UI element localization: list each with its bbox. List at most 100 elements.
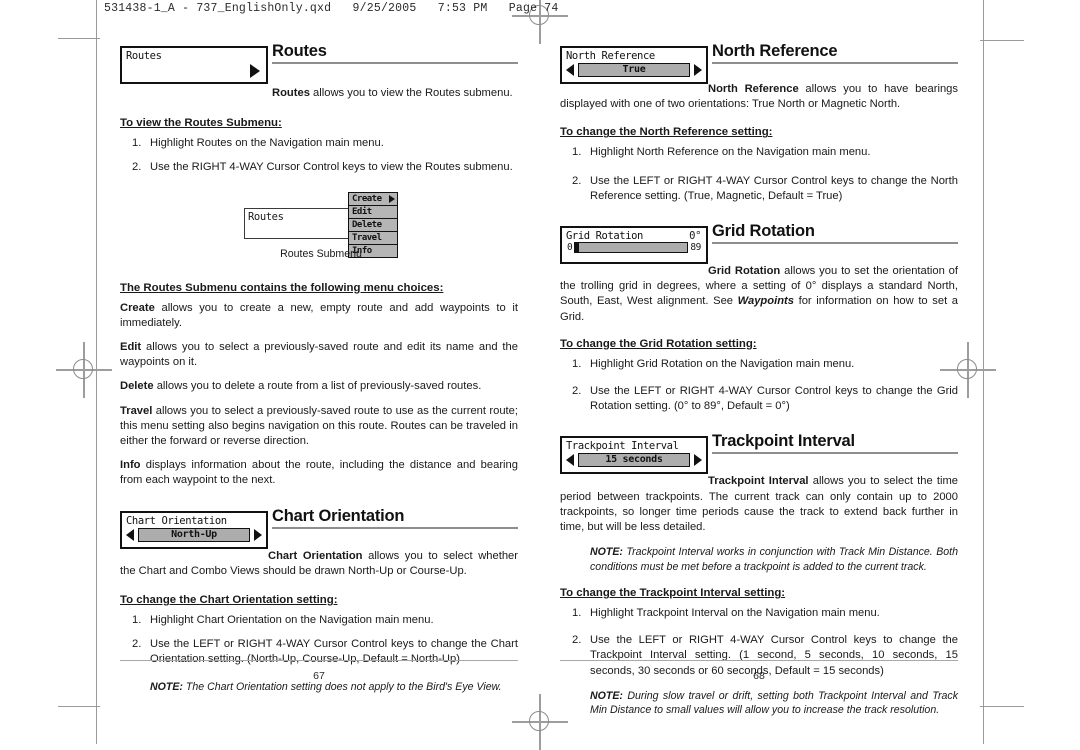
- arrow-left-icon[interactable]: [566, 454, 574, 467]
- trackpoint-interval-widget[interactable]: Trackpoint Interval 15 seconds: [560, 436, 708, 475]
- page-title-trackpoint-interval: Trackpoint Interval: [712, 432, 855, 451]
- trackpoint-interval-value: 15 seconds: [578, 453, 690, 468]
- note-text: The Chart Orientation setting does not a…: [182, 680, 502, 693]
- north-reference-widget-label: North Reference: [566, 50, 655, 62]
- chevron-right-icon: [389, 194, 395, 203]
- routes-widget-label: Routes: [126, 50, 162, 62]
- choice-term: Info: [120, 459, 141, 472]
- file-header-text: 531438-1_A - 737_EnglishOnly.qxd 9/25/20…: [104, 2, 559, 15]
- grid-rotation-widget[interactable]: Grid Rotation 0° 0 89: [560, 226, 708, 265]
- routes-submenu-diagram: Routes Create Edit Delete Travel Info Ro…: [120, 190, 518, 270]
- step-text: Highlight Chart Orientation on the Navig…: [150, 614, 434, 627]
- note-label: NOTE:: [590, 689, 623, 702]
- trackpoint-interval-howto-heading: To change the Trackpoint Interval settin…: [560, 587, 786, 600]
- step-text: Use the LEFT or RIGHT 4-WAY Cursor Contr…: [590, 174, 958, 202]
- list-item: 2. Use the LEFT or RIGHT 4-WAY Cursor Con…: [560, 384, 958, 414]
- footer-right: 68: [560, 660, 958, 682]
- routes-choice-edit: Edit allows you to select a previously-s…: [120, 340, 518, 370]
- list-item: 1. Highlight Grid Rotation on the Navigat…: [560, 357, 958, 372]
- step-text: Highlight Routes on the Navigation main …: [150, 137, 384, 150]
- routes-choice-info: Info displays information about the rout…: [120, 458, 518, 488]
- step-text: Highlight Grid Rotation on the Navigatio…: [590, 357, 855, 370]
- submenu-item-create[interactable]: Create: [349, 192, 397, 206]
- submenu-item-travel[interactable]: Travel: [349, 231, 397, 245]
- arrow-right-icon[interactable]: [694, 454, 702, 467]
- routes-intro: Routes allows you to view the Routes sub…: [272, 86, 518, 101]
- footer-rule: [120, 660, 518, 661]
- crop-mark-top-right: [980, 40, 1024, 41]
- chart-orientation-widget[interactable]: Chart Orientation North-Up: [120, 510, 268, 549]
- choice-desc: allows you to delete a route from a list…: [153, 380, 482, 393]
- trackpoint-interval-intro: Trackpoint Interval allows you to select…: [560, 474, 958, 535]
- north-reference-selector[interactable]: True: [562, 62, 706, 80]
- note-label: NOTE:: [150, 680, 183, 693]
- page-title-north-reference: North Reference: [712, 42, 838, 60]
- north-reference-howto-heading: To change the North Reference setting:: [560, 126, 773, 139]
- submenu-parent-box[interactable]: Routes: [244, 207, 354, 239]
- step-text: Highlight North Reference on the Navigat…: [590, 146, 871, 159]
- step-number: 1.: [572, 146, 582, 159]
- note-text: During slow travel or drift, setting bot…: [590, 689, 958, 717]
- crop-mark-bottom-right: [980, 706, 1024, 707]
- chart-orientation-value: North-Up: [138, 527, 250, 542]
- footer-left: 67: [120, 660, 518, 682]
- page-number-left: 67: [313, 670, 325, 682]
- routes-intro-term: Routes: [272, 87, 310, 99]
- title-rule: [712, 452, 958, 455]
- choice-desc: allows you to select a previously-saved …: [120, 341, 518, 369]
- arrow-left-icon[interactable]: [126, 528, 134, 541]
- trackpoint-interval-selector[interactable]: 15 seconds: [562, 452, 706, 470]
- title-rule: [272, 526, 518, 529]
- routes-steps: 1. Highlight Routes on the Navigation mai…: [120, 136, 518, 175]
- arrow-right-icon[interactable]: [694, 64, 702, 76]
- submenu-item-label: Create: [352, 193, 382, 204]
- step-number: 1.: [572, 607, 582, 620]
- routes-choice-delete: Delete allows you to delete a route from…: [120, 379, 518, 394]
- title-rule: [712, 242, 958, 245]
- submenu-item-label: Travel: [352, 232, 382, 243]
- page-left: Routes Routes Routes allows you to view …: [120, 42, 518, 694]
- crop-mark-bottom-left: [58, 706, 100, 707]
- grid-rotation-intro: Grid Rotation allows you to set the orie…: [560, 264, 958, 325]
- slider-track[interactable]: [574, 242, 689, 254]
- page-title-routes: Routes: [272, 42, 327, 60]
- list-item: 2. Use the RIGHT 4-WAY Cursor Control key…: [120, 160, 518, 175]
- choice-desc: allows you to select a previously-saved …: [120, 404, 518, 448]
- submenu-item-edit[interactable]: Edit: [349, 205, 397, 219]
- note-text: Trackpoint Interval works in conjunction…: [590, 546, 958, 573]
- list-item: 1. Highlight Chart Orientation on the Nav…: [120, 613, 518, 628]
- chart-orientation-selector[interactable]: North-Up: [122, 527, 266, 545]
- step-number: 1.: [572, 357, 582, 370]
- submenu-item-delete[interactable]: Delete: [349, 218, 397, 232]
- grid-rotation-widget-label: Grid Rotation: [566, 230, 643, 243]
- footer-rule: [560, 660, 958, 661]
- grid-rotation-slider[interactable]: 0 89: [562, 242, 706, 256]
- list-item: 2. Use the LEFT or RIGHT 4-WAY Cursor Con…: [560, 174, 958, 204]
- step-number: 1.: [132, 137, 142, 150]
- step-number: 2.: [132, 161, 142, 174]
- arrow-right-icon[interactable]: [254, 528, 262, 541]
- submenu-caption: Routes Submenu: [280, 247, 362, 260]
- trackpoint-interval-widget-label: Trackpoint Interval: [566, 440, 679, 453]
- choice-term: Travel: [120, 404, 153, 417]
- step-number: 1.: [132, 614, 142, 627]
- step-text: Use the LEFT or RIGHT 4-WAY Cursor Contr…: [590, 385, 958, 413]
- note-label: NOTE:: [590, 546, 623, 559]
- submenu-item-label: Edit: [352, 206, 372, 217]
- routes-choice-create: Create allows you to create a new, empty…: [120, 301, 518, 331]
- north-reference-widget[interactable]: North Reference True: [560, 46, 708, 84]
- slider-thumb[interactable]: [575, 243, 580, 253]
- page-title-chart-orientation: Chart Orientation: [272, 506, 405, 525]
- grid-rotation-value: 0°: [689, 230, 701, 243]
- choice-desc: displays information about the route, in…: [120, 459, 518, 487]
- arrow-left-icon[interactable]: [566, 64, 574, 76]
- slider-max-label: 89: [690, 242, 701, 254]
- grid-rotation-steps: 1. Highlight Grid Rotation on the Navigat…: [560, 357, 958, 415]
- list-item: 1. Highlight North Reference on the Navig…: [560, 145, 958, 160]
- choice-term: Edit: [120, 341, 142, 354]
- routes-menu-widget[interactable]: Routes: [120, 46, 268, 84]
- list-item: 1. Highlight Routes on the Navigation mai…: [120, 136, 518, 151]
- trackpoint-interval-note-2: NOTE: During slow travel or drift, setti…: [590, 689, 958, 718]
- chevron-right-icon: [250, 64, 260, 78]
- chart-orientation-widget-label: Chart Orientation: [126, 514, 227, 527]
